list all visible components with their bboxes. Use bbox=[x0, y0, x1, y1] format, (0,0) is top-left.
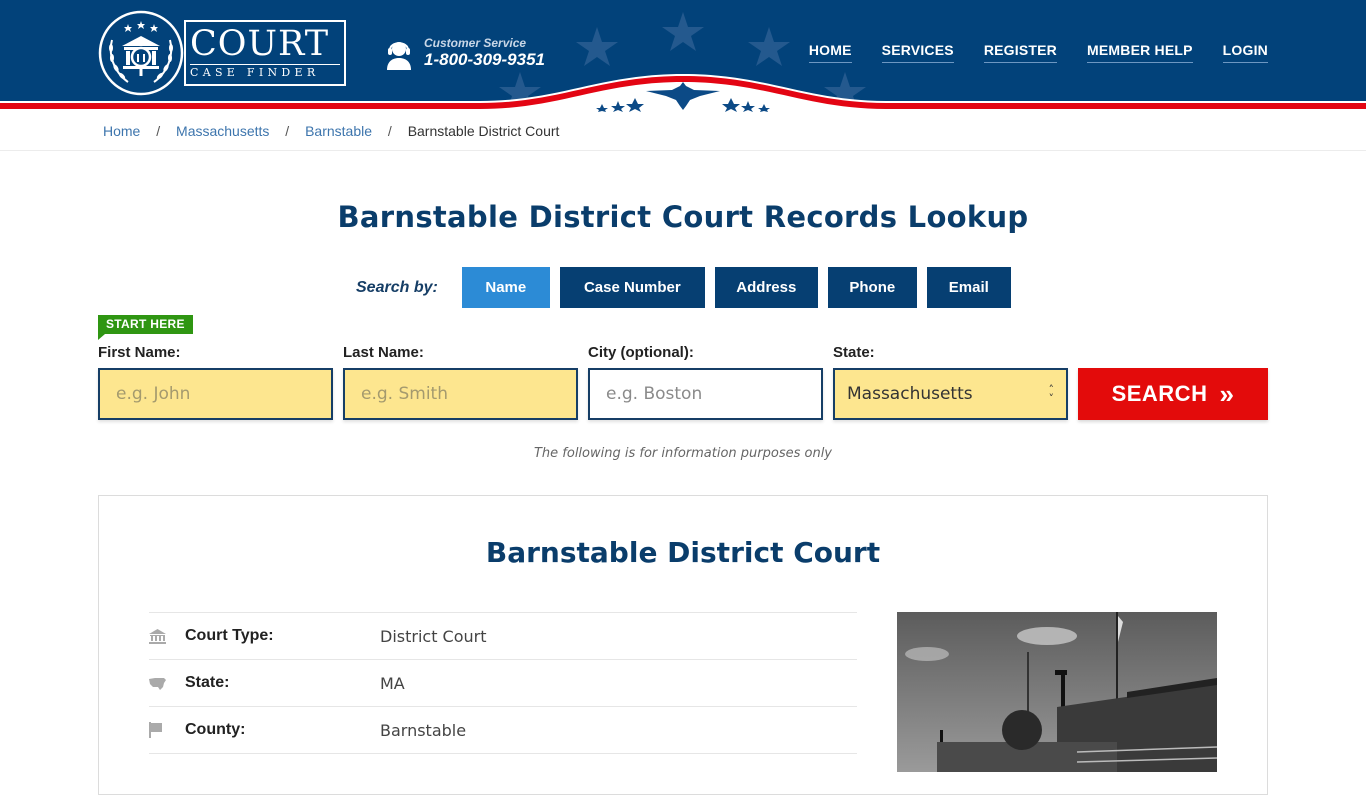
court-info-card: Barnstable District Court Court Type: Di… bbox=[98, 495, 1268, 795]
first-name-label: First Name: bbox=[98, 344, 181, 361]
site-header: COURT CASE FINDER Customer Service 1-800… bbox=[0, 0, 1366, 112]
breadcrumb-county[interactable]: Barnstable bbox=[305, 123, 372, 139]
last-name-input[interactable]: e.g. Smith bbox=[343, 368, 578, 420]
decor-star bbox=[662, 12, 704, 51]
detail-value: MA bbox=[380, 673, 405, 693]
tab-phone[interactable]: Phone bbox=[827, 267, 917, 308]
city-label: City (optional): bbox=[588, 344, 694, 361]
logo-divider bbox=[190, 64, 340, 65]
detail-row-court-type: Court Type: District Court bbox=[149, 613, 857, 660]
detail-value: Barnstable bbox=[380, 720, 467, 740]
breadcrumb-home[interactable]: Home bbox=[103, 123, 140, 139]
breadcrumb-separator: / bbox=[387, 123, 392, 139]
tab-name[interactable]: Name bbox=[461, 267, 550, 308]
court-building-photo bbox=[897, 612, 1217, 772]
search-by-label: Search by: bbox=[356, 278, 438, 296]
search-button-label: SEARCH bbox=[1111, 381, 1208, 406]
state-select[interactable]: Massachusetts ˄ ˅ bbox=[833, 368, 1068, 420]
page-title: Barnstable District Court Records Lookup bbox=[337, 200, 1029, 234]
state-selected-value: Massachusetts bbox=[847, 384, 973, 404]
last-name-label: Last Name: bbox=[343, 344, 424, 361]
state-field: State: Massachusetts ˄ ˅ bbox=[833, 344, 1068, 420]
customer-service-phone[interactable]: 1-800-309-9351 bbox=[424, 50, 545, 70]
breadcrumb-current: Barnstable District Court bbox=[407, 123, 560, 139]
first-name-input[interactable]: e.g. John bbox=[98, 368, 333, 420]
headset-icon bbox=[387, 42, 411, 70]
double-chevron-right-icon: » bbox=[1219, 379, 1235, 409]
search-button[interactable]: SEARCH » bbox=[1078, 368, 1268, 420]
nav-login[interactable]: LOGIN bbox=[1222, 42, 1268, 63]
logo-title: COURT bbox=[190, 24, 330, 64]
city-field: City (optional): e.g. Boston bbox=[588, 344, 823, 420]
breadcrumb-state[interactable]: Massachusetts bbox=[176, 123, 269, 139]
breadcrumb: Home / Massachusetts / Barnstable / Barn… bbox=[0, 112, 1366, 151]
first-name-field: First Name: e.g. John bbox=[98, 344, 333, 420]
courthouse-icon bbox=[149, 628, 185, 644]
disclaimer-text: The following is for information purpose… bbox=[533, 446, 833, 461]
customer-service-label: Customer Service bbox=[424, 36, 527, 50]
main-nav: HOME SERVICES REGISTER MEMBER HELP LOGIN bbox=[779, 42, 1268, 63]
nav-member-help[interactable]: MEMBER HELP bbox=[1087, 42, 1193, 63]
court-case-finder-logo[interactable]: COURT CASE FINDER bbox=[98, 10, 348, 96]
nav-home[interactable]: HOME bbox=[808, 42, 852, 63]
detail-label: County: bbox=[185, 721, 246, 738]
tab-address[interactable]: Address bbox=[714, 267, 818, 308]
nav-services[interactable]: SERVICES bbox=[881, 42, 954, 63]
breadcrumb-separator: / bbox=[156, 123, 161, 139]
courthouse-seal-icon bbox=[98, 10, 184, 96]
search-by-tabs: Search by: Name Case Number Address Phon… bbox=[356, 267, 1021, 308]
select-updown-icon: ˄ ˅ bbox=[1048, 383, 1055, 405]
detail-row-state: State: MA bbox=[149, 660, 857, 707]
court-photo-illustration bbox=[897, 612, 1217, 772]
usa-map-icon bbox=[149, 677, 185, 690]
court-details-table: Court Type: District Court State: MA Cou… bbox=[149, 612, 857, 754]
detail-row-county: County: Barnstable bbox=[149, 707, 857, 754]
logo-wordmark: COURT CASE FINDER bbox=[184, 20, 346, 86]
tab-case-number[interactable]: Case Number bbox=[559, 267, 705, 308]
detail-value: District Court bbox=[380, 626, 487, 646]
breadcrumb-separator: / bbox=[285, 123, 290, 139]
nav-register[interactable]: REGISTER bbox=[983, 42, 1057, 63]
last-name-field: Last Name: e.g. Smith bbox=[343, 344, 578, 420]
detail-label: State: bbox=[185, 674, 230, 691]
court-name-heading: Barnstable District Court bbox=[485, 536, 881, 569]
city-input[interactable]: e.g. Boston bbox=[588, 368, 823, 420]
start-here-badge: START HERE bbox=[98, 315, 193, 340]
decor-star bbox=[576, 27, 618, 66]
tab-email[interactable]: Email bbox=[926, 267, 1011, 308]
logo-subtitle: CASE FINDER bbox=[190, 66, 320, 79]
flag-icon bbox=[149, 722, 185, 738]
detail-label: Court Type: bbox=[185, 627, 274, 644]
state-label: State: bbox=[833, 344, 875, 361]
